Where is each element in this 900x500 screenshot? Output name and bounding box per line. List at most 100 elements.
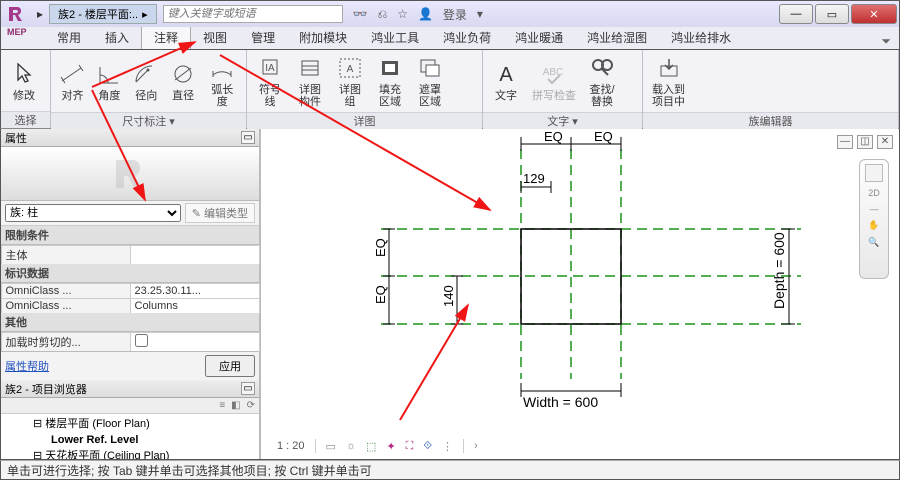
load-into-project-button[interactable]: 载入到 项目中 [647,52,690,110]
detail-group-button[interactable]: A 详图 组 [331,52,369,110]
comm-icon[interactable]: ⎌ [378,7,388,22]
text-icon: A [492,60,520,88]
properties-close-icon[interactable]: ▭ [241,131,255,144]
aligned-dim-button[interactable]: 对齐 [55,58,90,104]
tab-manage[interactable]: 管理 [239,26,287,49]
cut-checkbox[interactable] [135,334,148,347]
angular-dim-button[interactable]: 角度 [92,58,127,104]
app-icon[interactable] [5,3,27,25]
symbol-line-button[interactable]: IA 符号 线 [251,52,289,110]
tree-node-lower-ref[interactable]: Lower Ref. Level [5,432,255,448]
dim-width: Width = 600 [523,394,598,410]
vb-icon[interactable]: ⋮ [442,440,453,453]
properties-help-link[interactable]: 属性帮助 [5,358,49,374]
left-panels: 属性 ▭ 族: 柱 ✎编辑类型 限制条件 主体 标识数据 OmniClass .… [1,129,261,459]
host-val[interactable] [130,245,260,265]
omni-title-val[interactable]: Columns [130,298,260,314]
group-dim-label: 尺寸标注 ▾ [51,112,246,129]
maximize-button[interactable]: ▭ [815,4,849,24]
group-select: 修改 选择 [1,50,51,128]
diameter-dim-button[interactable]: 直径 [166,58,201,104]
vb-icon[interactable]: ☼ [346,440,356,452]
browser-tool-icon[interactable]: ≡ [219,400,225,411]
vb-icon[interactable]: ⟐ [423,440,432,453]
titlebar: MEP ▸ 族2 - 楼层平面:.. ▸ 👓 ⎌ ☆ 👤 登录 ▾ — ▭ ✕ [0,0,900,27]
vb-chevron-icon[interactable]: › [474,440,478,452]
main-area: 属性 ▭ 族: 柱 ✎编辑类型 限制条件 主体 标识数据 OmniClass .… [0,129,900,460]
type-preview [1,147,259,201]
login-link[interactable]: 登录 [443,6,467,23]
tab-hy-hvac[interactable]: 鸿业暖通 [503,26,575,49]
vb-icon[interactable]: ⬚ [366,440,376,453]
window-buttons: — ▭ ✕ [779,4,899,24]
ribbon-tabs: 常用 插入 注释 视图 管理 附加模块 鸿业工具 鸿业负荷 鸿业暖通 鸿业给湿图… [0,27,900,49]
apply-button[interactable]: 应用 [205,355,255,377]
type-selector[interactable]: 族: 柱 [5,204,181,222]
vb-icon[interactable]: ✦ [386,440,395,453]
tab-hy-plumb[interactable]: 鸿业给排水 [659,26,743,49]
angular-label: 角度 [98,90,120,102]
browser-tool-icon[interactable]: ⟳ [247,400,255,411]
mask-icon [416,54,444,82]
cursor-icon [10,60,38,88]
group-text: A 文字 ABC 拼写检查 查找/ 替换 文字 ▾ [483,50,643,128]
detail-group-icon: A [336,54,364,82]
qat-arrow-icon[interactable]: ▸ [37,7,43,21]
tab-hy-load[interactable]: 鸿业负荷 [431,26,503,49]
tab-annotate[interactable]: 注释 [141,25,191,49]
browser-close-icon[interactable]: ▭ [241,382,255,395]
arc-dim-button[interactable]: 弧长度 [203,52,242,110]
search-input[interactable] [163,5,343,23]
tab-hy-psych[interactable]: 鸿业给湿图 [575,26,659,49]
filled-region-button[interactable]: 填充 区域 [371,52,409,110]
tab-insert[interactable]: 插入 [93,26,141,49]
find-replace-button[interactable]: 查找/ 替换 [583,52,621,110]
dim-140: 140 [441,285,456,307]
browser-tool-icon[interactable]: ◧ [231,400,240,411]
spellcheck-button: ABC 拼写检查 [527,58,581,104]
dim-129: 129 [523,171,545,186]
properties-header[interactable]: 属性 ▭ [1,129,259,147]
ribbon-overflow-icon[interactable]: ⏷ [873,34,899,49]
angular-icon [95,60,123,88]
detail-comp-button[interactable]: 详图 构件 [291,52,329,110]
search-box[interactable] [163,5,343,23]
drawing-canvas[interactable]: — ◫ ✕ 2D — ✋ 🔍 [261,129,899,459]
text-label: 文字 [495,90,517,102]
mask-region-button[interactable]: 遮罩 区域 [411,52,449,110]
radial-dim-button[interactable]: 径向 [129,58,164,104]
browser-tree[interactable]: ⊟ 楼层平面 (Floor Plan) Lower Ref. Level ⊟ 天… [1,414,259,459]
binoculars-icon[interactable]: 👓 [353,7,368,21]
document-tab[interactable]: 族2 - 楼层平面:.. ▸ [49,4,157,24]
text-button[interactable]: A 文字 [487,58,525,104]
vb-icon[interactable]: ⛶ [406,440,414,453]
load-icon [655,54,683,82]
dim-eq-4: EQ [373,285,388,304]
quick-access-toolbar: ▸ [31,7,49,21]
close-button[interactable]: ✕ [851,4,897,24]
help-dropdown-icon[interactable]: ▾ [477,7,483,21]
cut-key: 加载时剪切的... [1,332,131,352]
browser-header[interactable]: 族2 - 项目浏览器 ▭ [1,380,259,398]
spell-icon: ABC [540,60,568,88]
browser-title: 族2 - 项目浏览器 [5,381,87,397]
tab-addins[interactable]: 附加模块 [287,26,359,49]
scale-label[interactable]: 1 : 20 [277,440,305,452]
tab-common[interactable]: 常用 [45,26,93,49]
group-dimension: 对齐 角度 径向 直径 弧长度 尺寸标注 ▾ [51,50,247,128]
identity-grid: OmniClass ...23.25.30.11... OmniClass ..… [1,283,259,313]
omni-num-val[interactable]: 23.25.30.11... [130,283,260,299]
tab-hy-tools[interactable]: 鸿业工具 [359,26,431,49]
svg-text:IA: IA [265,63,275,74]
edit-type-button[interactable]: ✎编辑类型 [185,203,255,223]
user-icon[interactable]: 👤 [418,7,433,21]
tab-view[interactable]: 视图 [191,26,239,49]
vb-icon[interactable]: ▭ [326,440,336,453]
minimize-button[interactable]: — [779,4,813,24]
cut-val[interactable] [130,332,260,352]
symbol-label: 符号 线 [259,84,281,108]
tree-node-floorplans[interactable]: ⊟ 楼层平面 (Floor Plan) [5,416,255,432]
tree-node-ceilingplans[interactable]: ⊟ 天花板平面 (Ceiling Plan) [5,448,255,459]
star-icon[interactable]: ☆ [397,7,408,21]
modify-button[interactable]: 修改 [5,58,43,104]
